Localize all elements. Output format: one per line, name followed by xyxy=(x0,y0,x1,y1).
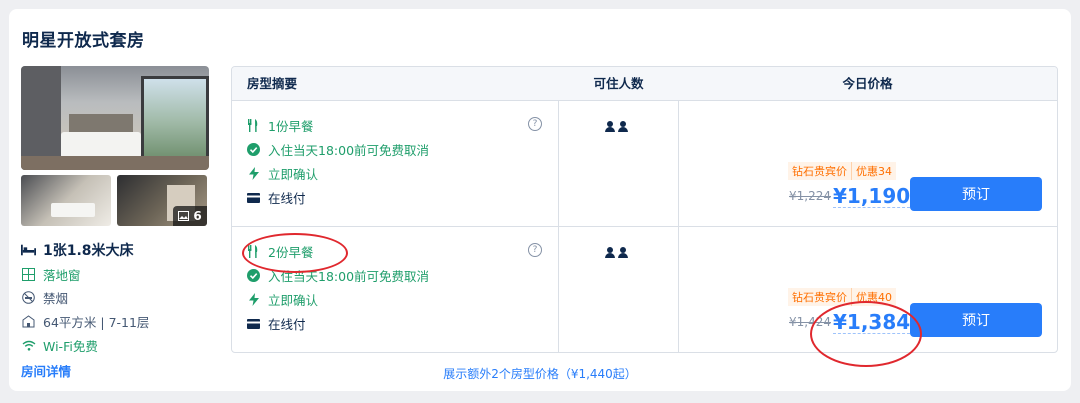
current-price[interactable]: ¥1,384 xyxy=(833,311,911,334)
occupancy-icons xyxy=(605,247,628,258)
lightning-icon xyxy=(247,293,260,306)
bed-icon xyxy=(21,243,36,258)
room-main-photo[interactable] xyxy=(21,66,209,170)
photo-count-badge: 6 xyxy=(173,206,207,226)
rate-row: 1份早餐 入住当天18:00前可免费取消 立即确认 在线付 ? 钻石贵宾价 优惠… xyxy=(232,101,1057,227)
cutlery-icon xyxy=(247,119,260,132)
show-more-rates-link[interactable]: 展示额外2个房型价格（¥1,440起） xyxy=(9,365,1071,382)
discount-badge: 优惠40 xyxy=(852,288,896,306)
lightning-icon xyxy=(247,167,260,180)
card-icon xyxy=(247,191,260,204)
window-icon xyxy=(21,267,36,282)
header-today-price: 今日价格 xyxy=(842,76,893,91)
original-price: ¥1,424 xyxy=(789,315,831,329)
discount-badges: 钻石贵宾价 优惠34 xyxy=(788,162,896,180)
member-price-badge: 钻石贵宾价 xyxy=(788,162,852,180)
room-thumbnail[interactable] xyxy=(21,175,111,226)
occupancy-icons xyxy=(605,121,628,132)
person-icon xyxy=(605,247,615,258)
person-icon xyxy=(618,121,628,132)
original-price: ¥1,224 xyxy=(789,189,831,203)
bed-info: 1张1.8米大床 xyxy=(21,240,134,260)
free-cancel-info: 入住当天18:00前可免费取消 xyxy=(247,140,429,159)
cutlery-icon xyxy=(247,245,260,258)
payment-info: 在线付 xyxy=(247,314,306,333)
check-circle-icon xyxy=(247,269,260,282)
discount-badges: 钻石贵宾价 优惠40 xyxy=(788,288,896,306)
amenity-no-smoking: 禁烟 xyxy=(21,288,68,307)
person-icon xyxy=(605,121,615,132)
room-thumbnail-more[interactable]: 6 xyxy=(117,175,207,226)
payment-info: 在线付 xyxy=(247,188,306,207)
wifi-icon xyxy=(21,338,36,353)
header-occupancy: 可住人数 xyxy=(593,76,644,91)
check-circle-icon xyxy=(247,143,260,156)
help-icon[interactable]: ? xyxy=(528,117,542,131)
breakfast-info: 1份早餐 xyxy=(247,116,313,135)
book-button[interactable]: 预订 xyxy=(910,177,1042,211)
member-price-badge: 钻石贵宾价 xyxy=(788,288,852,306)
room-card: 明星开放式套房 6 1张1.8米大床 落地窗 禁烟 64平方米 | 7-11层 … xyxy=(9,9,1071,391)
no-smoking-icon xyxy=(21,290,36,305)
amenity-size-floor: 64平方米 | 7-11层 xyxy=(21,312,149,331)
rate-table-header: 房型摘要 可住人数 今日价格 xyxy=(232,67,1057,101)
area-icon xyxy=(21,314,36,329)
amenity-wifi: Wi-Fi免费 xyxy=(21,336,98,355)
current-price[interactable]: ¥1,190 xyxy=(833,185,911,208)
book-button[interactable]: 预订 xyxy=(910,303,1042,337)
free-cancel-info: 入住当天18:00前可免费取消 xyxy=(247,266,429,285)
rate-row: 2份早餐 入住当天18:00前可免费取消 立即确认 在线付 ? 钻石贵宾价 优惠… xyxy=(232,227,1057,352)
image-icon xyxy=(178,211,190,221)
header-room-summary: 房型摘要 xyxy=(247,76,298,91)
discount-badge: 优惠34 xyxy=(852,162,896,180)
amenity-window: 落地窗 xyxy=(21,265,81,284)
person-icon xyxy=(618,247,628,258)
instant-confirm-info: 立即确认 xyxy=(247,164,318,183)
rate-table: 房型摘要 可住人数 今日价格 1份早餐 入住当天18:00前可免费取消 立即确认… xyxy=(231,66,1058,353)
help-icon[interactable]: ? xyxy=(528,243,542,257)
breakfast-info: 2份早餐 xyxy=(247,242,313,261)
instant-confirm-info: 立即确认 xyxy=(247,290,318,309)
room-title: 明星开放式套房 xyxy=(22,31,145,51)
card-icon xyxy=(247,317,260,330)
